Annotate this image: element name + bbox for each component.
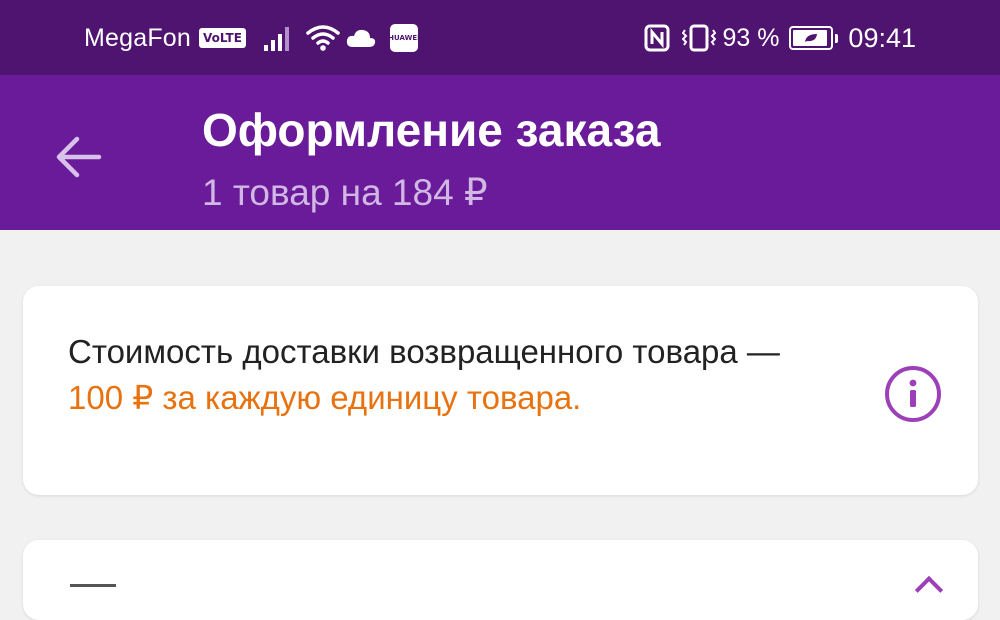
wifi-icon — [306, 24, 340, 52]
page-subtitle: 1 товар на 184 ₽ — [202, 172, 488, 213]
chevron-up-icon[interactable] — [914, 575, 944, 605]
page-title: Оформление заказа — [202, 104, 661, 156]
back-button[interactable] — [48, 127, 108, 187]
next-card — [23, 540, 978, 620]
notice-text: Стоимость доставки возвращенного товара … — [68, 329, 828, 421]
battery-percent: 93 % — [722, 23, 780, 52]
app-bar: Оформление заказа 1 товар на 184 ₽ — [0, 75, 1000, 230]
arrow-left-icon — [56, 136, 102, 178]
info-button[interactable] — [885, 366, 941, 422]
delivery-notice-card: Стоимость доставки возвращенного товара … — [23, 286, 978, 495]
status-bar: MegaFon VoLTE HUAWEI 93 % 09:41 — [0, 0, 1000, 75]
notice-line-1: Стоимость доставки возвращенного товара … — [68, 333, 780, 370]
nfc-icon — [644, 24, 670, 52]
huawei-badge: HUAWEI — [388, 24, 420, 52]
battery-icon — [789, 26, 839, 50]
signal-icon — [263, 25, 294, 51]
clock: 09:41 — [848, 22, 916, 53]
notice-line-2: 100 ₽ за каждую единицу товара. — [68, 379, 582, 416]
volte-badge: VoLTE — [199, 28, 246, 48]
carrier-name: MegaFon — [84, 23, 192, 52]
vibrate-icon — [682, 24, 717, 52]
cloud-icon — [346, 28, 376, 48]
info-icon — [909, 379, 917, 407]
